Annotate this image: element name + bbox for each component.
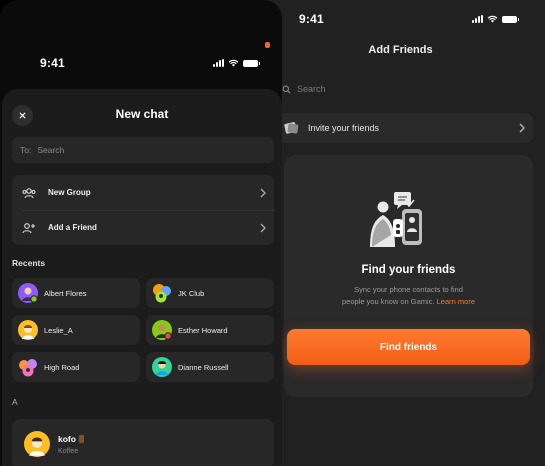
recipient-search-field[interactable]: To: Search (12, 137, 274, 163)
status-icons (213, 59, 260, 67)
signal-icon (213, 59, 224, 67)
recent-chip-jk-club[interactable]: JK Club (146, 278, 274, 308)
chevron-right-icon (519, 123, 525, 133)
contact-subtitle: Koffee (58, 448, 79, 455)
avatar (152, 320, 172, 340)
search-icon (282, 85, 291, 93)
learn-more-link[interactable]: Learn more (437, 297, 475, 306)
find-friends-card: Find your friends Sync your phone contac… (284, 155, 533, 397)
recent-chip-dianne-russell[interactable]: Dianne Russell (146, 352, 274, 382)
recent-name: JK Club (178, 288, 205, 298)
recent-chip-albert-flores[interactable]: Albert Flores (12, 278, 140, 308)
recent-chip-esther-howard[interactable]: Esther Howard (146, 315, 274, 345)
subtitle-line-2: people you know on Gamic. Learn more (284, 296, 533, 308)
wifi-icon (487, 15, 498, 23)
page-title: Add Friends (368, 44, 433, 56)
recent-name: Leslie_A (44, 325, 73, 335)
recent-name: Esther Howard (178, 325, 228, 335)
search-input[interactable]: Search (276, 78, 545, 100)
status-icons (472, 15, 519, 23)
contact-name-wrap: kofo (58, 434, 84, 444)
invite-icon (284, 122, 299, 134)
avatar (18, 357, 38, 377)
recents-heading: Recents (12, 258, 46, 268)
invite-label: Invite your friends (308, 123, 380, 133)
recent-name: High Road (44, 362, 80, 372)
new-group-label: New Group (48, 188, 91, 197)
wifi-icon (228, 59, 239, 67)
avatar (24, 431, 50, 457)
status-bar: 9:41 (40, 56, 260, 70)
avatar (18, 320, 38, 340)
search-placeholder: Search (297, 84, 326, 94)
subtitle-line-2-text: people you know on Gamic. (341, 297, 435, 306)
contact-name: kofo (58, 434, 76, 444)
contacts-illustration-icon (370, 192, 422, 247)
to-label: To: (20, 145, 32, 155)
signal-icon (472, 15, 483, 23)
recent-chip-leslie-a[interactable]: Leslie_A (12, 315, 140, 345)
invite-friends-row[interactable]: Invite your friends (278, 113, 533, 143)
chevron-right-icon (260, 188, 266, 197)
status-time: 9:41 (299, 12, 324, 26)
avatar (152, 357, 172, 377)
add-friend-icon (22, 222, 35, 233)
new-chat-menu: New Group Add a Friend (12, 175, 274, 245)
new-group-row[interactable]: New Group (12, 175, 274, 210)
new-chat-sheet: New chat To: Search New Group Add a Frie… (2, 89, 282, 466)
status-time: 9:41 (40, 56, 65, 70)
sheet-title: New chat (115, 107, 169, 121)
add-friend-label: Add a Friend (48, 223, 97, 232)
status-bar: 9:41 (299, 12, 519, 26)
notification-dot (265, 42, 270, 48)
recent-name: Albert Flores (44, 288, 87, 298)
add-friend-row[interactable]: Add a Friend (12, 210, 274, 245)
recent-chip-high-road[interactable]: High Road (12, 352, 140, 382)
group-icon (22, 187, 36, 198)
find-friends-button[interactable]: Find friends (287, 329, 530, 365)
avatar (152, 283, 172, 303)
coffee-icon (78, 435, 84, 443)
add-friends-screen: 9:41 Add Friends Search Invite your frie… (256, 0, 545, 466)
recent-name: Dianne Russell (178, 362, 229, 372)
battery-icon (243, 59, 260, 67)
avatar (18, 283, 38, 303)
find-friends-subtitle: Sync your phone contacts to find people … (284, 284, 533, 308)
battery-icon (502, 15, 519, 23)
contact-row-kofo[interactable]: kofo Koffee (12, 419, 274, 466)
subtitle-line-1: Sync your phone contacts to find (354, 285, 463, 294)
chevron-right-icon (260, 223, 266, 232)
recipient-search-placeholder: Search (37, 145, 65, 155)
section-letter-a: A (12, 397, 18, 407)
find-friends-title: Find your friends (361, 264, 456, 276)
